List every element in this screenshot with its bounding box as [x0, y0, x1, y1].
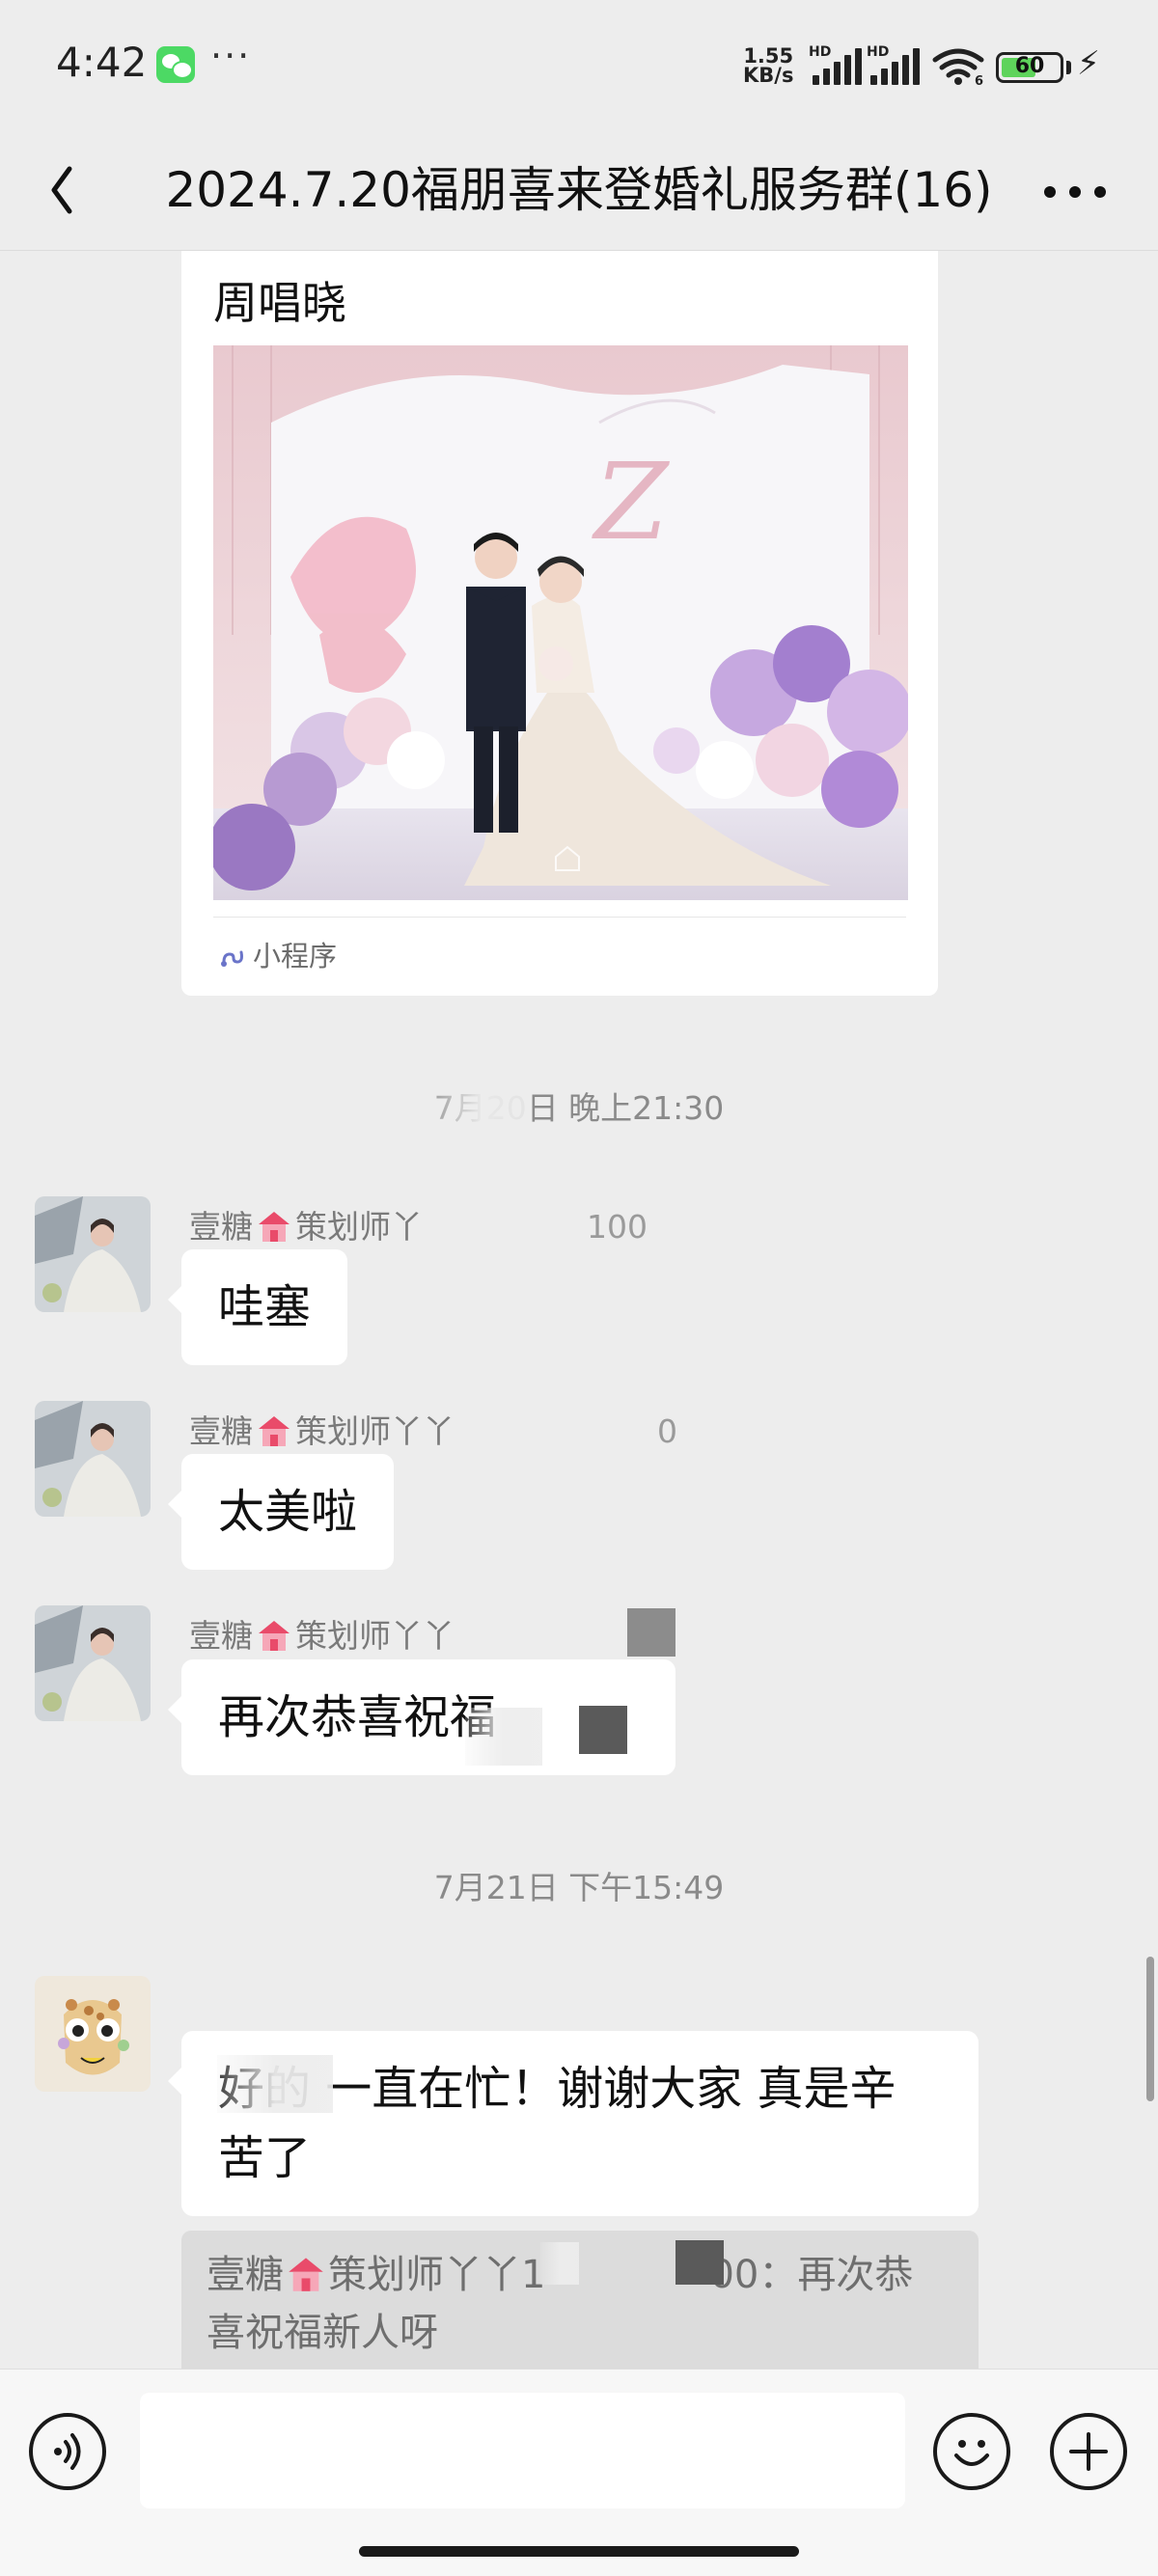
sender-name: 壹糖 策划师丫丫 [189, 1610, 455, 1657]
battery-icon: 60 [996, 52, 1063, 83]
mini-program-card[interactable]: 周唱晓 Z 小程序 [181, 251, 938, 996]
bride-avatar-image [35, 1401, 151, 1517]
plus-icon [1069, 2432, 1108, 2471]
cellular-signal-1-icon: HD [809, 44, 865, 85]
wedding-photo[interactable]: Z [213, 345, 908, 900]
redaction-blur [465, 1708, 542, 1766]
sender-name-suffix: 策划师丫丫 [295, 1617, 455, 1655]
redaction-mosaic [579, 1706, 627, 1754]
scrollbar-thumb[interactable] [1146, 1957, 1154, 2101]
avatar[interactable] [35, 1401, 151, 1517]
wedding-house-icon [259, 1212, 290, 1242]
message-list[interactable]: 周唱晓 Z 小程序 7月20日 晚上21:30 壹糖 策划师丫 100 哇塞 壹… [0, 251, 1158, 2369]
redaction-mosaic [627, 1608, 676, 1657]
battery-cap [1066, 61, 1071, 74]
sender-name-suffix: 策划师丫丫 [295, 1412, 455, 1450]
chat-header: 2024.7.20福朋喜来登婚礼服务群(16) [0, 130, 1158, 251]
sender-name-prefix: 壹糖 [189, 1208, 253, 1246]
bride-avatar-image [35, 1196, 151, 1312]
mini-program-icon [221, 950, 243, 967]
home-indicator[interactable] [359, 2546, 799, 2557]
card-footer: 小程序 [218, 934, 337, 974]
sender-name-tail: 100 [587, 1208, 648, 1246]
avatar[interactable] [35, 1605, 151, 1721]
quote-sender-middle: 策划师丫丫1 [328, 2253, 546, 2297]
status-time: 4:42 [56, 39, 148, 86]
redaction-mosaic [676, 2240, 724, 2285]
back-icon[interactable] [48, 161, 106, 219]
wifi-band: 6 [975, 74, 983, 85]
redaction-blur [432, 1079, 529, 1125]
more-functions-button[interactable] [1050, 2413, 1127, 2490]
message-text-line-2: 苦了 [218, 2131, 312, 2185]
battery-level: 60 [1014, 54, 1045, 78]
message-bubble[interactable]: 哇塞 [167, 1249, 348, 1365]
svg-text:Z: Z [592, 440, 670, 563]
emoji-button[interactable] [933, 2413, 1010, 2490]
bride-avatar-image [35, 1605, 151, 1721]
network-speed: 1.55 KB/s [743, 44, 794, 87]
voice-input-button[interactable] [29, 2413, 106, 2490]
message-input[interactable] [140, 2393, 905, 2508]
network-speed-value: 1.55 [743, 44, 794, 68]
message-timestamp: 7月21日 下午15:49 [433, 1869, 725, 1906]
sender-name-prefix: 壹糖 [189, 1617, 253, 1655]
wedding-house-icon [259, 1416, 290, 1446]
quoted-message-line-2: 喜祝福新人呀 [207, 2311, 438, 2355]
card-divider [213, 917, 906, 918]
avatar[interactable] [35, 1976, 151, 2092]
avatar[interactable] [35, 1196, 151, 1312]
message-bubble[interactable]: 太美啦 [167, 1454, 395, 1570]
status-bar: 4:42 ··· 1.55 KB/s HD HD 6 60 ⚡ [0, 0, 1158, 130]
wechat-notification-icon [156, 46, 195, 83]
wedding-house-icon [259, 1621, 290, 1651]
redaction-blur [540, 2242, 579, 2285]
hd-label-2: HD [867, 44, 890, 60]
wedding-photo-illustration: Z [213, 345, 908, 900]
status-more-icon: ··· [210, 35, 252, 77]
sender-name: 壹糖 策划师丫 100 [189, 1201, 648, 1247]
quoted-message[interactable]: 壹糖 策划师丫丫1 00：再次恭 喜祝福新人呀 [181, 2231, 979, 2369]
cellular-signal-2-icon: HD [867, 44, 923, 85]
sender-name-tail: 0 [657, 1412, 677, 1450]
quoted-message-line-1: 壹糖 策划师丫丫1 00：再次恭 [207, 2246, 953, 2304]
message-timestamp: 7月20日 晚上21:30 [433, 1089, 725, 1127]
network-speed-unit: KB/s [743, 64, 794, 87]
mini-program-label: 小程序 [253, 940, 338, 973]
quote-sender-prefix: 壹糖 [207, 2253, 284, 2297]
sender-name-suffix: 策划师丫 [295, 1208, 423, 1246]
redaction-blur [217, 2055, 333, 2113]
sender-name-prefix: 壹糖 [189, 1412, 253, 1450]
card-title: 周唱晓 [213, 277, 346, 329]
more-options-icon[interactable] [1044, 186, 1108, 200]
quote-text-tail: 00：再次恭 [709, 2253, 914, 2297]
voice-icon [54, 2433, 81, 2470]
sender-name: 壹糖 策划师丫丫 0 [189, 1406, 677, 1452]
charging-icon: ⚡ [1077, 44, 1100, 83]
giraffe-avatar-image [35, 1976, 151, 2092]
emoji-icon [954, 2440, 989, 2466]
wifi-icon: 6 [932, 48, 984, 85]
wedding-house-icon [289, 2258, 323, 2291]
hd-label: HD [809, 44, 832, 60]
chat-title: 2024.7.20福朋喜来登婚礼服务群(16) [165, 162, 993, 218]
chat-input-bar [0, 2369, 1158, 2576]
